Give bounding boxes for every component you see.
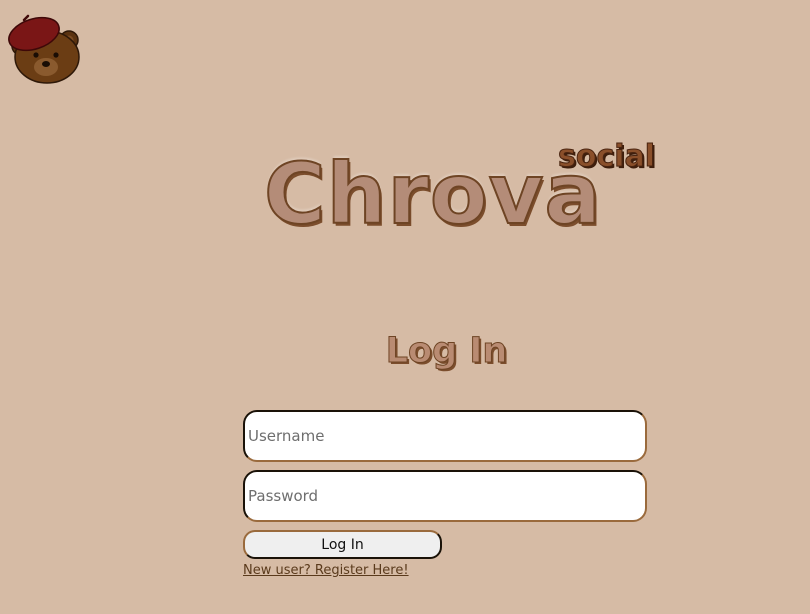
register-link[interactable]: New user? Register Here! (243, 563, 409, 579)
brand-name: Chrova (263, 145, 603, 243)
brand-logo: Chrova social (263, 139, 684, 250)
password-input[interactable] (243, 470, 647, 522)
username-input[interactable] (243, 410, 647, 462)
brand-tagline: social (557, 139, 656, 174)
login-button[interactable]: Log In (243, 530, 442, 559)
page-title: Log In (385, 331, 508, 372)
bear-mascot-icon (4, 14, 84, 86)
